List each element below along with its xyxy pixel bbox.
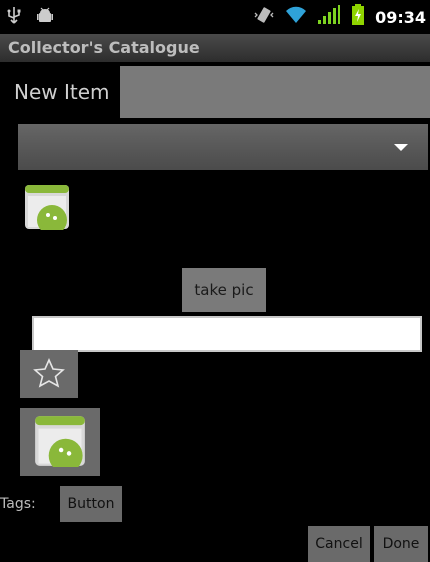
star-icon [33, 357, 65, 391]
wifi-icon [285, 5, 307, 29]
vibrate-icon [253, 5, 275, 29]
new-item-input[interactable] [120, 66, 430, 118]
status-bar: 09:34 [0, 0, 430, 34]
android-debug-icon [36, 7, 54, 29]
category-spinner[interactable] [18, 124, 428, 170]
favorite-star-button[interactable] [20, 350, 78, 398]
android-app-icon [24, 184, 69, 235]
android-app-icon [34, 415, 86, 473]
done-button[interactable]: Done [374, 526, 428, 562]
take-pic-button[interactable]: take pic [182, 268, 266, 312]
dropdown-arrow-icon [394, 144, 408, 151]
new-item-label: New Item [14, 80, 110, 104]
signal-icon [317, 5, 341, 29]
item-image-button[interactable] [20, 408, 100, 476]
tags-label: Tags: [0, 496, 36, 512]
title-bar: Collector's Catalogue [0, 34, 430, 62]
text-field[interactable] [32, 316, 422, 352]
battery-charging-icon [351, 4, 365, 30]
cancel-button[interactable]: Cancel [308, 526, 370, 562]
tags-button[interactable]: Button [60, 486, 122, 522]
usb-icon [6, 6, 22, 30]
clock: 09:34 [375, 7, 426, 27]
app-title: Collector's Catalogue [8, 38, 200, 57]
